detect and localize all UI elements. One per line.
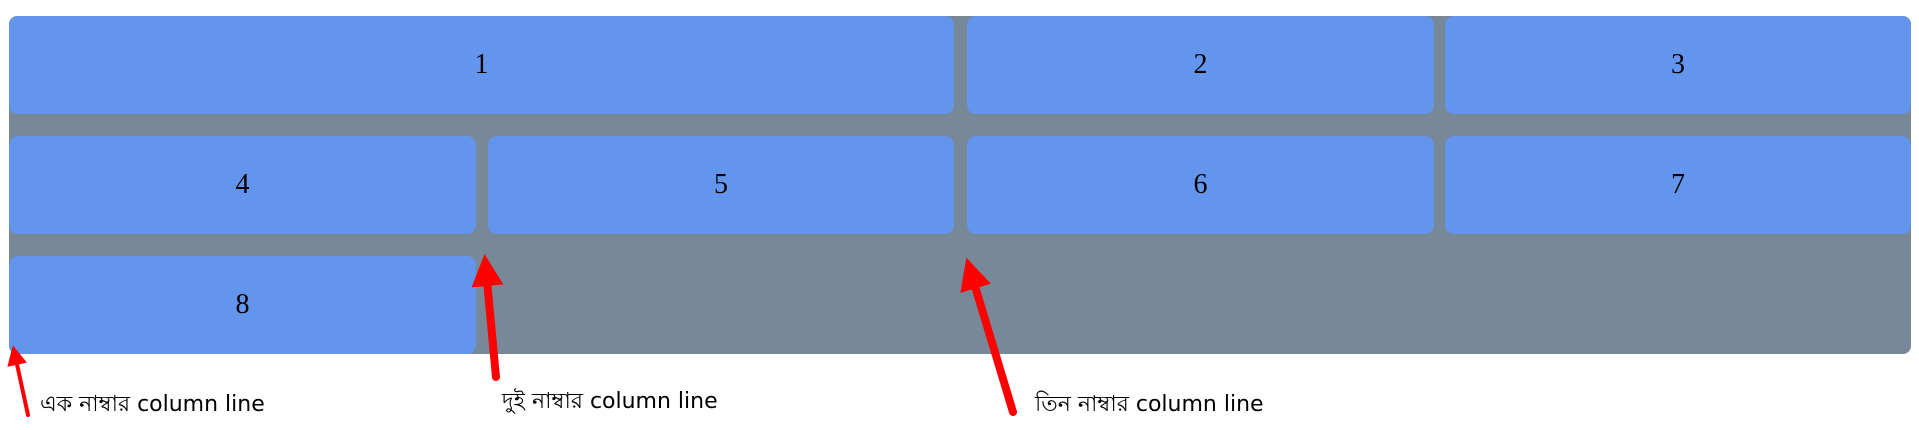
arrow-column-line-3 — [960, 257, 1017, 416]
arrow-column-line-2 — [471, 254, 504, 381]
column-line-3-label: তিন নাম্বার column line — [1035, 392, 1264, 417]
arrow-layer — [7, 254, 1017, 417]
column-line-2-label: দুই নাম্বার column line — [502, 389, 718, 414]
column-line-1-label: এক নাম্বার column line — [40, 392, 265, 417]
arrow-column-line-1 — [7, 345, 30, 417]
